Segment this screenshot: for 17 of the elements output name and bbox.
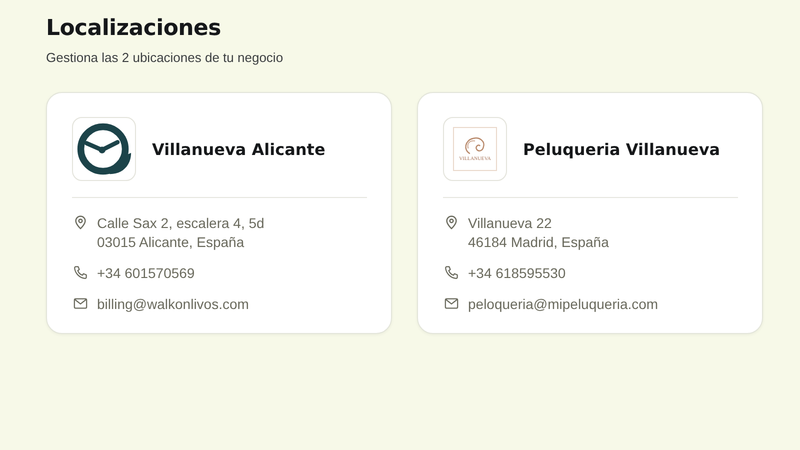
address-text: Villanueva 22 46184 Madrid, España <box>468 214 609 252</box>
address-text: Calle Sax 2, escalera 4, 5d 03015 Alicante, España <box>97 214 264 252</box>
business-logo <box>72 117 136 181</box>
email-address: billing@walkonlivos.com <box>97 295 249 314</box>
phone-number: +34 618595530 <box>468 264 566 283</box>
mail-icon <box>73 296 88 311</box>
email-address: peloqueria@mipeluqueria.com <box>468 295 658 314</box>
phone-icon <box>73 265 88 280</box>
location-name: Peluqueria Villanueva <box>523 140 720 158</box>
page-subtitle: Gestiona las 2 ubicaciones de tu negocio <box>46 50 284 65</box>
phone-icon <box>444 265 459 280</box>
location-pin-icon <box>73 215 88 230</box>
mail-icon <box>444 296 459 311</box>
page-title: Localizaciones <box>46 15 222 43</box>
location-pin-icon <box>444 215 459 230</box>
location-name: Villanueva Alicante <box>152 140 326 158</box>
phone-number: +34 601570569 <box>97 264 195 283</box>
